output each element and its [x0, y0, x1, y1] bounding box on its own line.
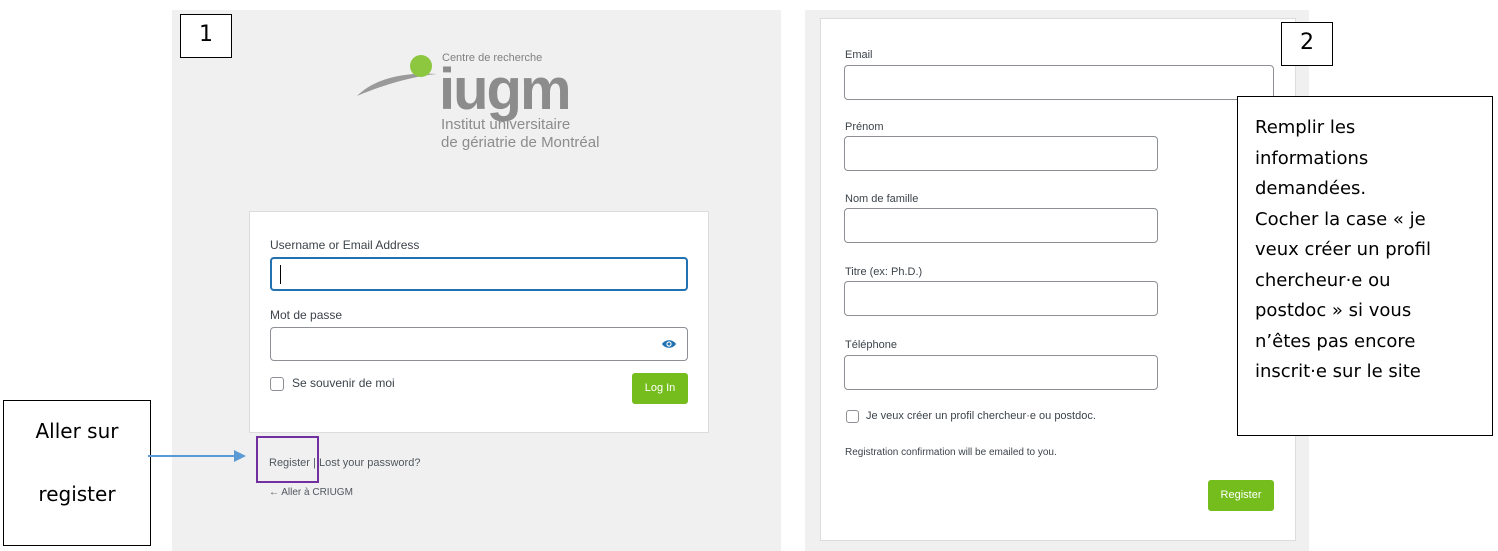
callout-right-line: chercheur·e ou — [1255, 269, 1391, 291]
researcher-profile-checkbox[interactable] — [846, 410, 859, 423]
login-button[interactable]: Log In — [632, 373, 688, 404]
username-input[interactable] — [270, 257, 688, 291]
email-label: Email — [845, 49, 873, 61]
password-label: Mot de passe — [270, 308, 343, 322]
logo-line-1: Institut universitaire — [441, 116, 571, 133]
callout-right-line: Cocher la case « je — [1255, 208, 1426, 230]
lastname-input[interactable] — [844, 208, 1158, 243]
register-highlight-box — [256, 436, 319, 483]
pointer-arrow-icon — [148, 450, 246, 462]
step-number-2: 2 — [1281, 22, 1333, 66]
username-label: Username or Email Address — [270, 238, 420, 252]
logo-wordmark: iugm — [439, 57, 572, 122]
logo-line-2: de gériatrie de Montréal — [441, 134, 600, 151]
remember-me-checkbox[interactable] — [270, 377, 284, 391]
callout-right-line: Remplir les — [1255, 117, 1356, 138]
registration-note: Registration confirmation will be emaile… — [845, 447, 1057, 458]
remember-me-label: Se souvenir de moi — [292, 376, 395, 390]
phone-label: Téléphone — [845, 339, 897, 351]
email-input[interactable] — [844, 65, 1274, 100]
lastname-label: Nom de famille — [845, 193, 919, 205]
password-input[interactable] — [270, 327, 688, 361]
register-button[interactable]: Register — [1208, 480, 1274, 511]
callout-right-line: informations — [1255, 147, 1369, 169]
phone-input[interactable] — [844, 355, 1158, 390]
lost-password-link[interactable]: Lost your password? — [319, 457, 421, 469]
researcher-profile-label: Je veux créer un profil chercheur·e ou p… — [866, 410, 1096, 422]
callout-right-line: veux créer un profil — [1255, 239, 1432, 260]
text-caret — [280, 265, 281, 284]
show-password-eye-icon[interactable] — [661, 337, 677, 351]
callout-right-line: inscrit·e sur le site — [1255, 361, 1421, 382]
back-to-site-link[interactable]: ← Aller à CRIUGM — [269, 487, 353, 498]
callout-left-line-1: Aller sur — [35, 419, 119, 443]
callout-right-line: demandées. — [1255, 178, 1367, 199]
firstname-label: Prénom — [845, 121, 884, 133]
callout-right-line: postdoc » si vous — [1255, 300, 1412, 321]
title-label: Titre (ex: Ph.D.) — [845, 266, 923, 278]
step-number-1: 1 — [180, 14, 232, 58]
criugm-logo: Centre de recherche iugm Institut univer… — [355, 48, 645, 160]
logo-swoosh-icon — [357, 55, 437, 96]
callout-left-line-2: register — [38, 482, 116, 506]
instruction-callout-right: Remplir les informations demandées. Coch… — [1237, 96, 1493, 436]
instruction-callout-left: Aller sur register — [3, 400, 151, 546]
firstname-input[interactable] — [844, 136, 1158, 171]
login-form-card: Username or Email Address Mot de passe S… — [249, 211, 709, 433]
register-form-card: Email Prénom Nom de famille Titre (ex: P… — [820, 18, 1296, 541]
title-input[interactable] — [844, 281, 1158, 316]
callout-right-line: n’êtes pas encore — [1255, 330, 1416, 352]
